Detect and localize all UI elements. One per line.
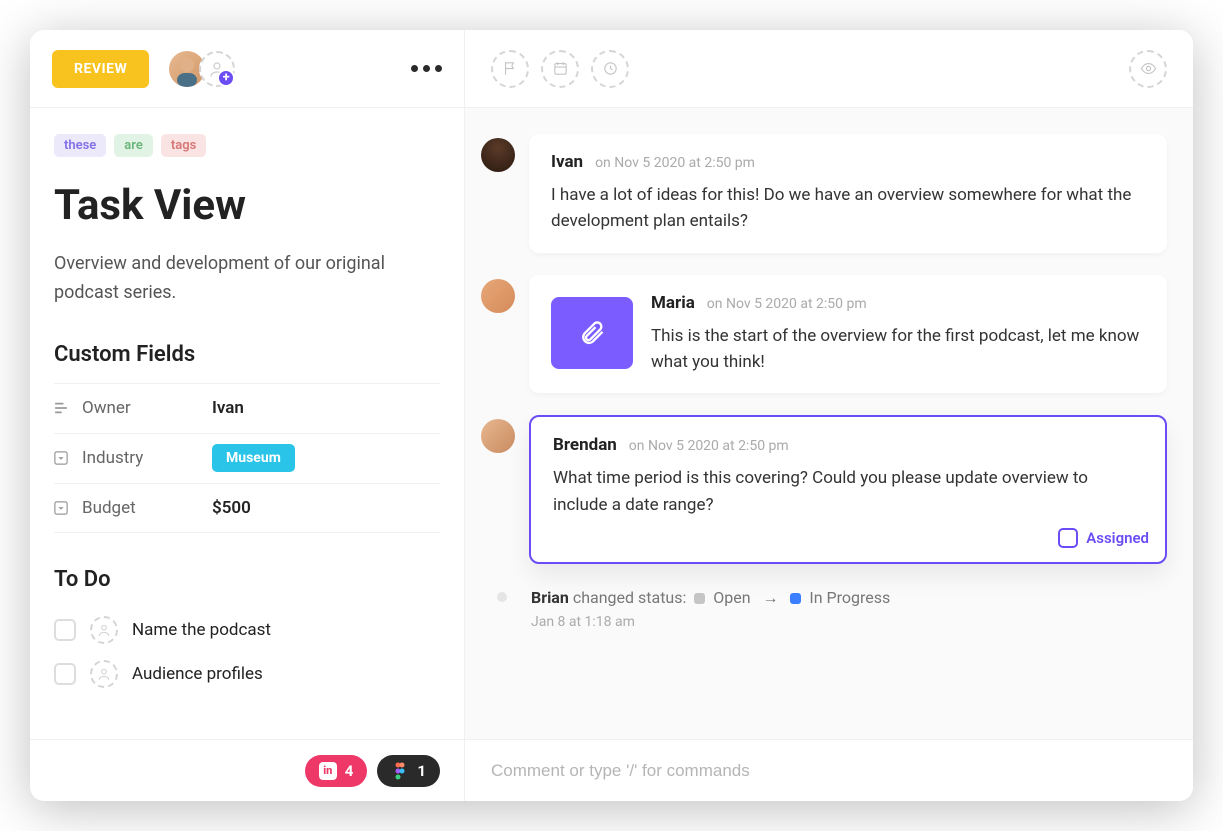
field-row-owner[interactable]: Owner Ivan (54, 383, 440, 433)
watch-button[interactable] (1129, 50, 1167, 88)
invision-icon: in (319, 762, 337, 780)
comment-author: Brendan (553, 435, 617, 455)
activity-timestamp: Jan 8 at 1:18 am (531, 614, 890, 630)
comments-list: Ivan on Nov 5 2020 at 2:50 pm I have a l… (465, 108, 1193, 739)
details-body: these are tags Task View Overview and de… (30, 108, 464, 739)
activity-dot-icon (497, 592, 507, 602)
assigned-label: Assigned (1086, 529, 1149, 547)
chip-count: 4 (345, 762, 354, 780)
status-dot-icon (790, 593, 801, 604)
avatar[interactable] (481, 138, 515, 172)
task-title[interactable]: Task View (54, 181, 440, 230)
field-value: Ivan (212, 398, 244, 418)
dropdown-field-icon (54, 451, 68, 465)
tag[interactable]: tags (161, 134, 206, 157)
comment: Brendan on Nov 5 2020 at 2:50 pm What ti… (481, 415, 1167, 564)
todo-text: Audience profiles (132, 664, 263, 684)
assignee-group: + (169, 51, 235, 87)
comment-body: I have a lot of ideas for this! Do we ha… (551, 182, 1145, 235)
comment-input[interactable] (491, 761, 1167, 781)
assignee-placeholder[interactable] (90, 616, 118, 644)
activity-entry: Brian changed status: Open → In Progress… (481, 586, 1167, 630)
calendar-icon (552, 60, 569, 77)
assigned-badge[interactable]: Assigned (1058, 528, 1149, 548)
comment-meta: on Nov 5 2020 at 2:50 pm (629, 438, 789, 454)
todo-item[interactable]: Audience profiles (54, 652, 440, 696)
eye-icon (1140, 60, 1157, 77)
comment-meta: on Nov 5 2020 at 2:50 pm (707, 296, 867, 312)
comment-author: Maria (651, 293, 695, 313)
dropdown-field-icon (54, 501, 68, 515)
comment-body: This is the start of the overview for th… (651, 323, 1145, 376)
field-label: Budget (82, 498, 212, 518)
tag[interactable]: these (54, 134, 106, 157)
details-header: REVIEW + (30, 30, 464, 108)
field-label: Industry (82, 448, 212, 468)
todo-section: To Do Name the podcast Audience profiles (54, 567, 440, 696)
comment-composer (465, 739, 1193, 801)
time-button[interactable] (591, 50, 629, 88)
custom-fields-heading: Custom Fields (54, 342, 440, 367)
activity-text: Brian changed status: Open → In Progress (531, 586, 890, 610)
figma-chip[interactable]: 1 (377, 755, 440, 787)
comment: Ivan on Nov 5 2020 at 2:50 pm I have a l… (481, 134, 1167, 253)
status-dot-icon (694, 593, 705, 604)
todo-text: Name the podcast (132, 620, 271, 640)
avatar[interactable] (481, 419, 515, 453)
field-row-industry[interactable]: Industry Museum (54, 433, 440, 483)
flag-icon (502, 60, 519, 77)
field-label: Owner (82, 398, 212, 418)
activity-header (465, 30, 1193, 108)
comment-author: Ivan (551, 152, 583, 172)
more-button[interactable] (411, 65, 442, 72)
comment-bubble[interactable]: Maria on Nov 5 2020 at 2:50 pm This is t… (529, 275, 1167, 394)
checkbox[interactable] (1058, 528, 1078, 548)
avatar[interactable] (481, 279, 515, 313)
chip-count: 1 (417, 762, 426, 780)
flag-button[interactable] (491, 50, 529, 88)
checkbox[interactable] (54, 619, 76, 641)
assignee-placeholder[interactable] (90, 660, 118, 688)
figma-icon (391, 762, 409, 780)
date-button[interactable] (541, 50, 579, 88)
field-row-budget[interactable]: Budget $500 (54, 483, 440, 533)
invision-chip[interactable]: in 4 (305, 755, 368, 787)
task-app-window: REVIEW + these are tags Task View Overvi… (30, 30, 1193, 801)
tags-row: these are tags (54, 134, 440, 157)
todo-item[interactable]: Name the podcast (54, 608, 440, 652)
status-pill[interactable]: REVIEW (52, 50, 149, 88)
add-member-button[interactable]: + (199, 51, 235, 87)
clock-icon (602, 60, 619, 77)
checkbox[interactable] (54, 663, 76, 685)
details-panel: REVIEW + these are tags Task View Overvi… (30, 30, 465, 801)
comment-bubble[interactable]: Ivan on Nov 5 2020 at 2:50 pm I have a l… (529, 134, 1167, 253)
task-description[interactable]: Overview and development of our original… (54, 250, 440, 308)
todo-heading: To Do (54, 567, 440, 592)
comment-body: What time period is this covering? Could… (553, 465, 1143, 544)
custom-fields-list: Owner Ivan Industry Museum Budget $500 (54, 383, 440, 533)
field-value: $500 (212, 498, 251, 518)
attachment-thumbnail[interactable] (551, 297, 633, 369)
user-icon (97, 623, 111, 637)
comment: Maria on Nov 5 2020 at 2:50 pm This is t… (481, 275, 1167, 394)
user-icon (97, 667, 111, 681)
comment-meta: on Nov 5 2020 at 2:50 pm (595, 155, 755, 171)
tag[interactable]: are (114, 134, 153, 157)
activity-panel: Ivan on Nov 5 2020 at 2:50 pm I have a l… (465, 30, 1193, 801)
comment-bubble-assigned[interactable]: Brendan on Nov 5 2020 at 2:50 pm What ti… (529, 415, 1167, 564)
field-value-chip: Museum (212, 444, 295, 472)
integrations-bar: in 4 1 (30, 739, 464, 801)
plus-icon: + (217, 69, 235, 87)
paperclip-icon (578, 319, 606, 347)
text-field-icon (54, 401, 68, 415)
